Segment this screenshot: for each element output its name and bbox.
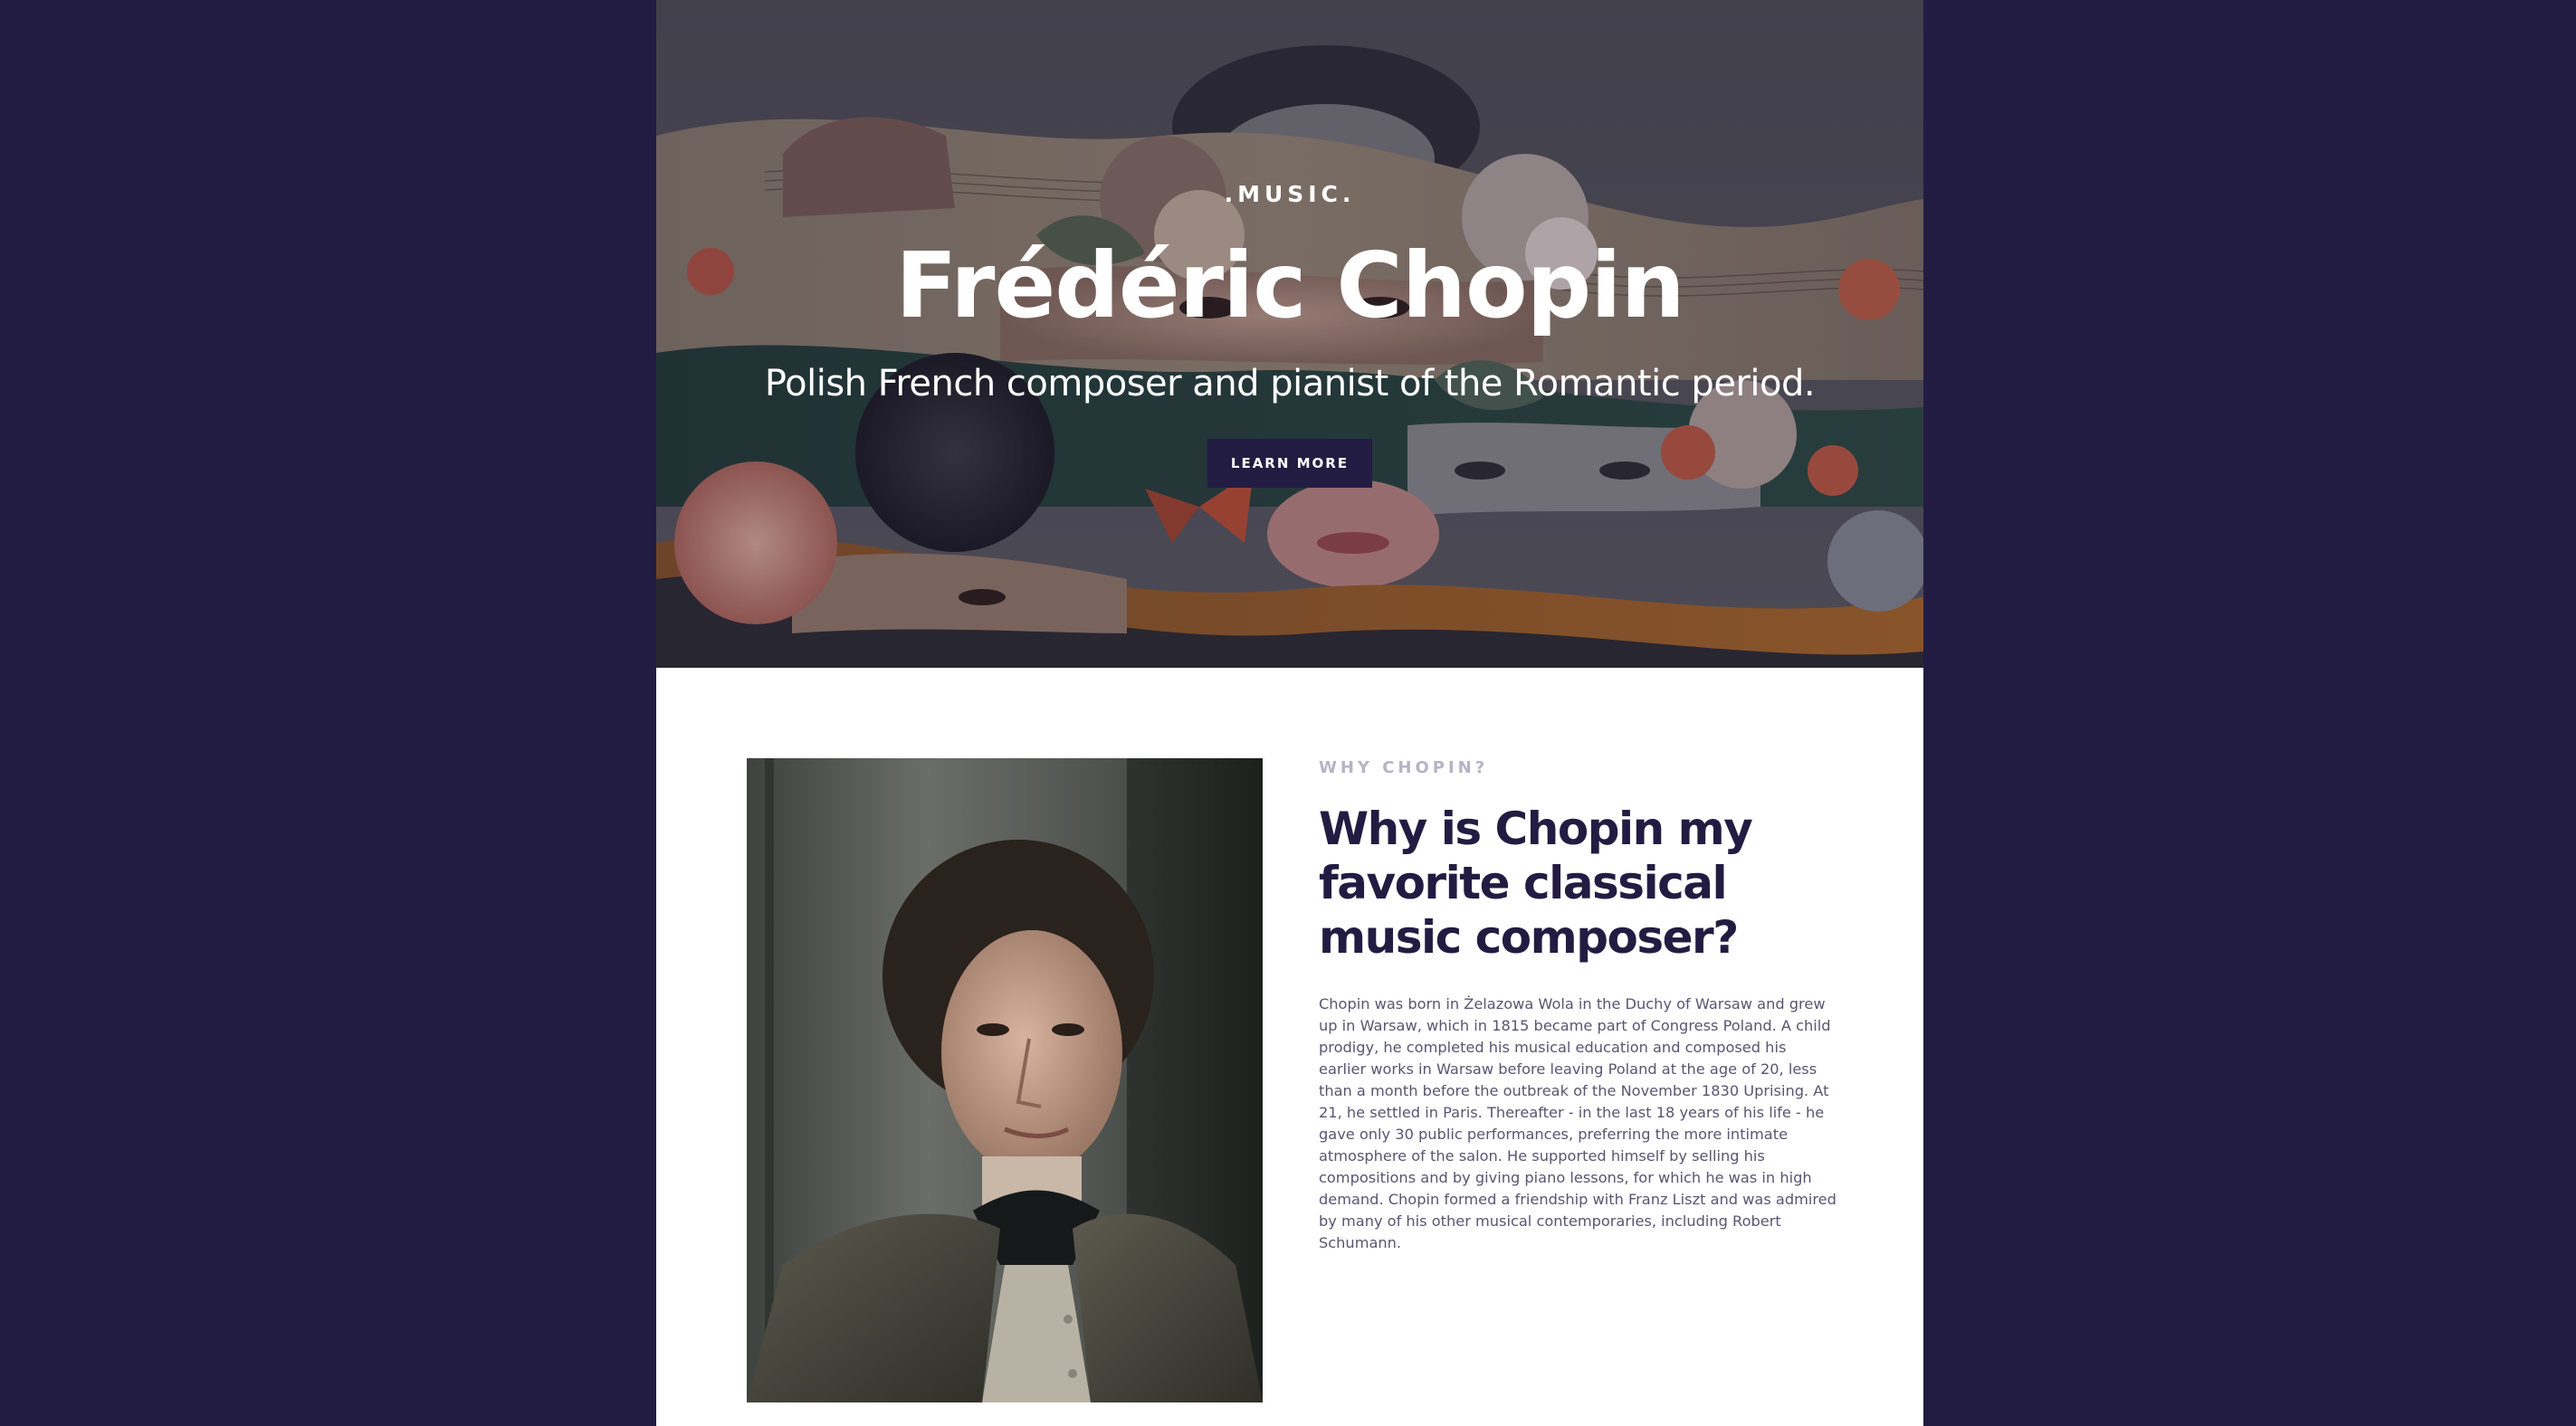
about-eyebrow: WHY CHOPIN? [1319, 758, 1489, 777]
about-heading: Why is Chopin my favorite classical musi… [1319, 803, 1753, 964]
hero-subtitle: Polish French composer and pianist of th… [764, 363, 1816, 404]
about-body-text: Chopin was born in Żelazowa Wola in the … [1319, 995, 1837, 1251]
page-container: .MUSIC. Frédéric Chopin Polish French co… [656, 0, 1923, 1426]
hero-eyebrow: .MUSIC. [1224, 181, 1356, 207]
hero-title: Frédéric Chopin [895, 233, 1684, 338]
chopin-portrait-image [747, 758, 1263, 1402]
learn-more-button[interactable]: LEARN MORE [1207, 439, 1372, 488]
hero-section: .MUSIC. Frédéric Chopin Polish French co… [656, 0, 1923, 668]
